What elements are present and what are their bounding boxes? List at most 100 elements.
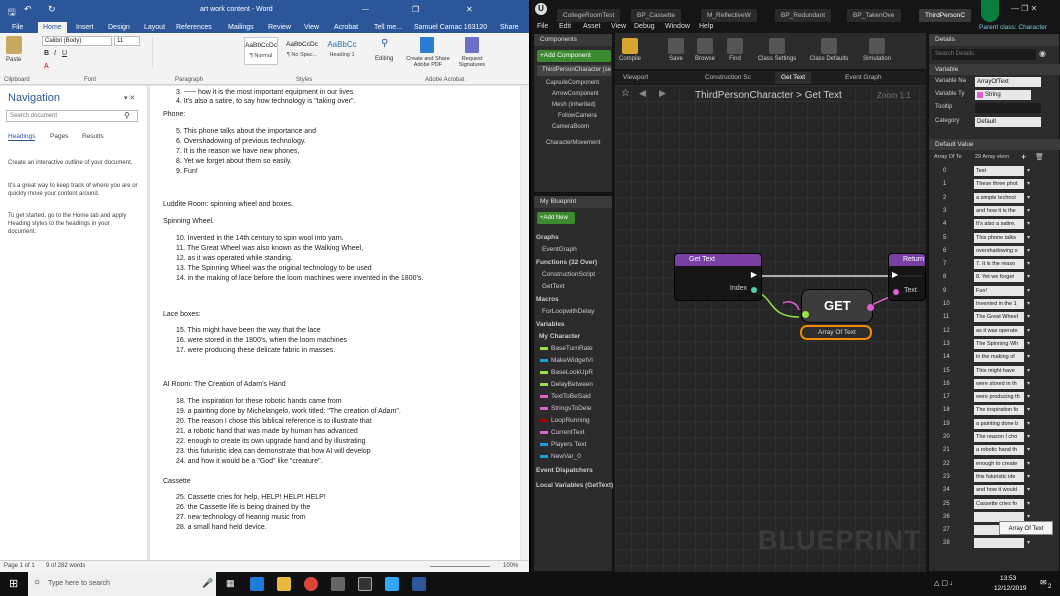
array-element-input[interactable]: were stored in th xyxy=(974,378,1024,389)
style-heading-1[interactable]: AaBbCc Heading 1 xyxy=(324,37,360,65)
tab-home[interactable]: Home xyxy=(38,22,67,33)
menu-asset[interactable]: Asset xyxy=(583,23,601,30)
array-element-dropdown-icon[interactable]: ▾ xyxy=(1027,537,1030,549)
ue-tab-cassette[interactable]: BP_Cassette xyxy=(631,9,681,22)
var-type-select[interactable]: String xyxy=(975,90,1031,100)
nav-tab-headings[interactable]: Headings xyxy=(8,133,36,141)
node-array-of-text-var[interactable]: Array Of Text xyxy=(800,325,872,340)
chrome-icon[interactable] xyxy=(304,577,318,591)
ue-tab-college[interactable]: CollegeRoomTest xyxy=(557,9,621,22)
browse-button[interactable]: Browse xyxy=(691,36,719,68)
search-icon[interactable]: ⚲ xyxy=(381,38,388,49)
redo-icon[interactable]: ↻ xyxy=(48,4,56,15)
tab-insert[interactable]: Insert xyxy=(76,22,94,33)
find-button[interactable]: Find xyxy=(721,36,749,68)
close-icon[interactable]: ✕ xyxy=(466,5,473,14)
category-select[interactable]: Default xyxy=(975,117,1041,127)
array-element-input[interactable] xyxy=(974,538,1024,549)
array-element-dropdown-icon[interactable]: ▾ xyxy=(1027,192,1030,204)
save-button[interactable]: Save xyxy=(662,36,690,68)
array-element-dropdown-icon[interactable]: ▾ xyxy=(1027,298,1030,310)
array-element-input[interactable]: This phone talks xyxy=(974,232,1024,243)
variable-section-header[interactable]: Variable xyxy=(929,64,1060,75)
array-element-input[interactable]: as it was operate xyxy=(974,325,1024,336)
array-element-dropdown-icon[interactable]: ▾ xyxy=(1027,444,1030,456)
array-element-dropdown-icon[interactable]: ▾ xyxy=(1027,351,1030,363)
tab-layout[interactable]: Layout xyxy=(144,22,165,33)
section-graphs[interactable]: Graphs xyxy=(536,232,559,243)
array-element-dropdown-icon[interactable]: ▾ xyxy=(1027,258,1030,270)
array-element-dropdown-icon[interactable]: ▾ xyxy=(1027,165,1030,177)
section-macros[interactable]: Macros xyxy=(536,294,559,305)
component-arrow[interactable]: ArrowComponent xyxy=(552,91,599,97)
array-element-input[interactable]: These three phot xyxy=(974,179,1024,190)
ue-tab-thirdperson[interactable]: ThirdPersonC xyxy=(919,9,972,22)
unreal-taskbar-icon[interactable] xyxy=(358,577,372,591)
graph-eventgraph[interactable]: EventGraph xyxy=(542,244,577,255)
variable-item[interactable]: MakeWidgetVi xyxy=(540,355,593,366)
tab-file[interactable]: File xyxy=(12,22,23,33)
file-explorer-icon[interactable] xyxy=(277,577,291,591)
exec-out-pin[interactable]: ▶ xyxy=(751,270,757,279)
component-root[interactable]: ThirdPersonCharacter (self) xyxy=(537,65,611,76)
minimize-icon[interactable]: — xyxy=(362,6,369,13)
array-element-dropdown-icon[interactable]: ▾ xyxy=(1027,338,1030,350)
task-view-icon[interactable]: ▦ xyxy=(226,578,235,589)
array-element-input[interactable]: this futuristic ide xyxy=(974,471,1024,482)
create-share-pdf-button[interactable]: Create and Share Adobe PDF xyxy=(403,56,453,68)
editing-button[interactable]: Editing xyxy=(375,56,393,62)
array-element-input[interactable]: Cassette cries fo xyxy=(974,498,1024,509)
microphone-icon[interactable]: 🎤 xyxy=(202,578,213,589)
add-new-button[interactable]: +Add New xyxy=(537,212,575,224)
section-event-dispatchers[interactable]: Event Dispatchers xyxy=(536,465,593,476)
component-capsule[interactable]: CapsuleComponent xyxy=(546,80,599,86)
index-pin[interactable] xyxy=(751,287,757,293)
share-button[interactable]: Share xyxy=(500,22,519,33)
add-component-button[interactable]: +Add Component xyxy=(537,50,611,62)
array-element-input[interactable]: It's also a satire, xyxy=(974,219,1024,230)
array-element-input[interactable]: 7. It is the reaso xyxy=(974,259,1024,270)
array-element-input[interactable]: The Great Wheel xyxy=(974,312,1024,323)
array-element-input[interactable]: a simple technol xyxy=(974,192,1024,203)
array-element-input[interactable]: enough to create xyxy=(974,458,1024,469)
menu-edit[interactable]: Edit xyxy=(559,23,571,30)
array-element-dropdown-icon[interactable]: ▾ xyxy=(1027,365,1030,377)
node-return[interactable]: Return ▶ Text xyxy=(888,253,926,301)
tab-references[interactable]: References xyxy=(176,22,212,33)
array-element-input[interactable]: in the making of xyxy=(974,352,1024,363)
array-element-input[interactable]: 8. Yet we forget xyxy=(974,272,1024,283)
trash-icon[interactable]: 🗑 xyxy=(1035,153,1044,161)
photoshop-icon[interactable] xyxy=(385,577,399,591)
array-element-input[interactable]: a robotic hand th xyxy=(974,445,1024,456)
array-element-input[interactable]: overshadowing o xyxy=(974,245,1024,256)
nav-tab-pages[interactable]: Pages xyxy=(50,133,68,140)
variable-item[interactable]: BaseTurnRate xyxy=(540,343,593,354)
notification-icon[interactable]: ✉ xyxy=(1040,578,1047,587)
node-get-text-entry[interactable]: Get Text ▶ Index xyxy=(674,253,762,301)
variable-item[interactable]: CurrentText xyxy=(540,427,585,438)
array-element-input[interactable]: The inspiration fo xyxy=(974,405,1024,416)
function-construction[interactable]: ConstructionScript xyxy=(542,269,595,280)
menu-debug[interactable]: Debug xyxy=(634,23,655,30)
paste-icon[interactable] xyxy=(6,36,22,54)
request-signatures-button[interactable]: Request Signatures xyxy=(454,56,490,68)
array-element-input[interactable]: and how it would xyxy=(974,485,1024,496)
document-page[interactable]: 3. ~~~ how it is the most important equi… xyxy=(150,86,520,560)
menu-view[interactable]: View xyxy=(611,23,626,30)
function-gettext[interactable]: GetText xyxy=(542,281,564,292)
array-element-dropdown-icon[interactable]: ▾ xyxy=(1027,218,1030,230)
macro-forloopwithdelay[interactable]: ForLoopwithDelay xyxy=(542,306,594,317)
class-settings-button[interactable]: Class Settings xyxy=(753,36,801,68)
array-element-dropdown-icon[interactable]: ▾ xyxy=(1027,404,1030,416)
exec-in-pin[interactable]: ▶ xyxy=(892,270,898,279)
section-functions[interactable]: Functions (32 Over) xyxy=(536,257,597,268)
text-pin[interactable] xyxy=(893,289,899,295)
font-color-button[interactable]: A xyxy=(44,63,49,70)
search-box[interactable]: ○ Type here to search 🎤 xyxy=(28,572,216,596)
menu-file[interactable]: File xyxy=(537,23,548,30)
array-element-dropdown-icon[interactable]: ▾ xyxy=(1027,418,1030,430)
details-view-options-icon[interactable]: ◉ xyxy=(1039,49,1046,58)
windows-start-icon[interactable]: ⊞ xyxy=(9,577,18,590)
array-element-input[interactable]: were producing th xyxy=(974,392,1024,403)
array-element-input[interactable]: Test xyxy=(974,166,1024,176)
